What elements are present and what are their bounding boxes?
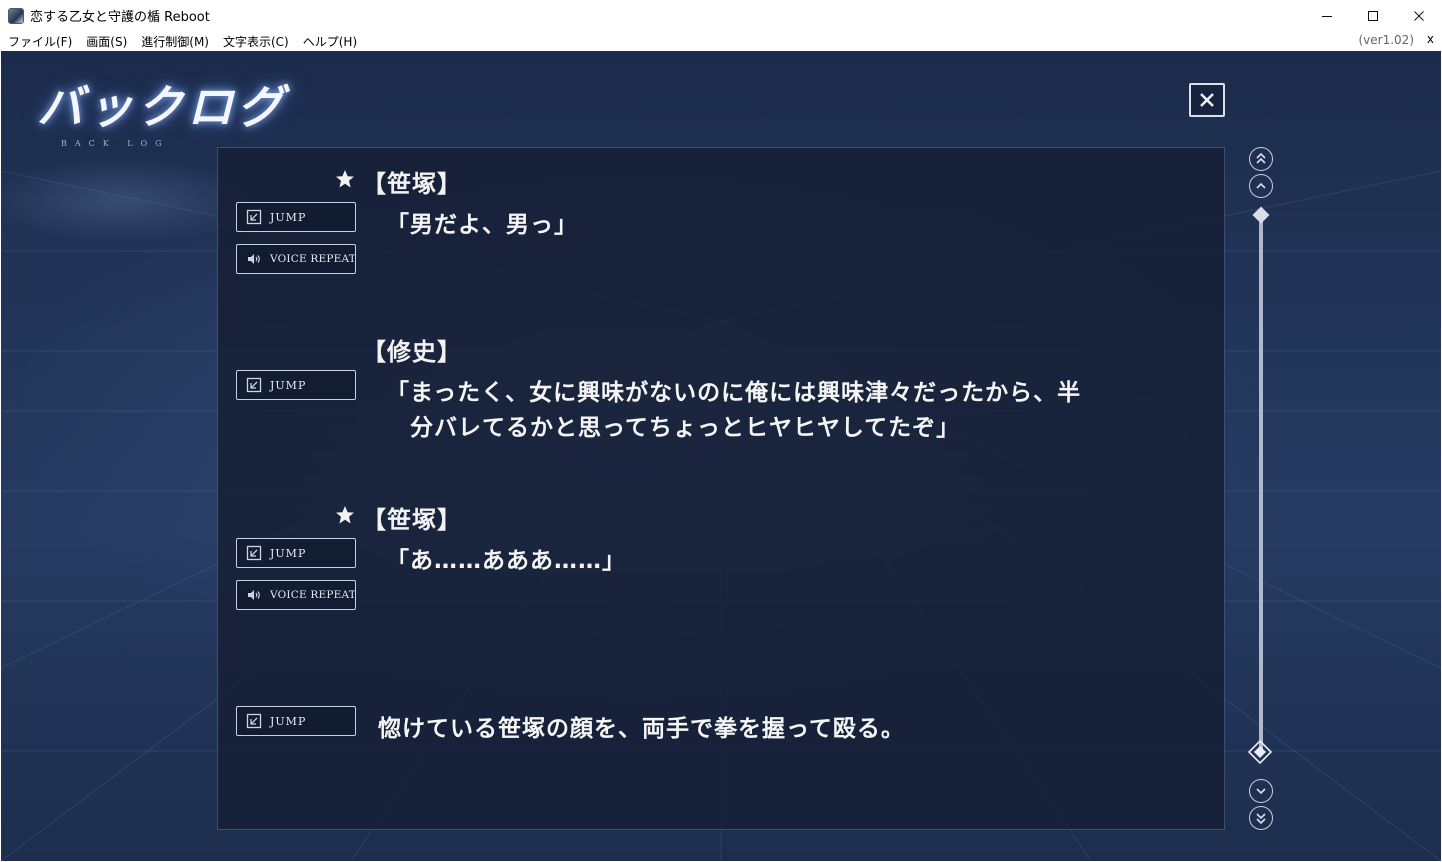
jump-button-label: JUMP xyxy=(270,714,307,728)
menu-file[interactable]: ファイル(F) xyxy=(0,33,79,50)
scrollbar-thumb[interactable] xyxy=(1248,740,1272,764)
chevron-up-icon xyxy=(1256,182,1266,189)
jump-button-label: JUMP xyxy=(270,378,307,392)
double-chevron-up-icon xyxy=(1256,152,1266,164)
chevron-down-icon xyxy=(1256,788,1266,795)
minimize-icon xyxy=(1322,15,1332,17)
voice-repeat-label: VOICE REPEAT xyxy=(270,589,356,601)
maximize-icon xyxy=(1368,10,1378,21)
speaker-name: 【笹塚】 xyxy=(362,170,462,198)
close-backlog-button[interactable] xyxy=(1189,83,1225,117)
close-window-button[interactable] xyxy=(1396,0,1442,31)
dialogue-line: 「まったく、女に興味がないのに俺には興味津々だったから、半 xyxy=(386,380,1082,406)
scroll-to-top-button[interactable] xyxy=(1249,147,1273,171)
voice-repeat-label: VOICE REPEAT xyxy=(270,253,356,265)
menu-help[interactable]: ヘルプ(H) xyxy=(296,33,364,50)
menu-progress-control[interactable]: 進行制御(M) xyxy=(134,33,216,50)
jump-icon xyxy=(246,545,262,561)
jump-button[interactable]: JUMP xyxy=(236,538,356,568)
dialogue-line: 「男だよ、男っ」 xyxy=(386,212,578,238)
scrollbar-track[interactable] xyxy=(1259,215,1263,755)
maximize-button[interactable] xyxy=(1350,0,1396,31)
jump-button-label: JUMP xyxy=(270,210,307,224)
close-icon xyxy=(1200,93,1214,107)
menu-bar: ファイル(F) 画面(S) 進行制御(M) 文字表示(C) ヘルプ(H) (ve… xyxy=(0,31,1442,51)
game-screen: バックログ BACK LOG 【笹塚】 JUMP VOICE REPEAT 「男… xyxy=(1,51,1441,861)
jump-icon xyxy=(246,377,262,393)
close-icon xyxy=(1414,10,1424,21)
backlog-subtitle: BACK LOG xyxy=(61,139,170,148)
jump-button[interactable]: JUMP xyxy=(236,202,356,232)
speaker-name: 【笹塚】 xyxy=(362,506,462,534)
speaker-icon xyxy=(248,254,260,264)
window-controls xyxy=(1304,0,1442,31)
menu-close-button[interactable]: x xyxy=(1427,32,1434,46)
scroll-to-bottom-button[interactable] xyxy=(1249,806,1273,830)
narration-line: 惚けている笹塚の顔を、両手で拳を握って殴る。 xyxy=(378,716,905,742)
scroll-up-button[interactable] xyxy=(1249,174,1273,198)
jump-button[interactable]: JUMP xyxy=(236,370,356,400)
dialogue-line: 分バレてるかと思ってちょっとヒヤヒヤしてたぞ」 xyxy=(386,415,961,441)
jump-button-label: JUMP xyxy=(270,546,307,560)
menu-screen[interactable]: 画面(S) xyxy=(79,33,134,50)
menu-text-display[interactable]: 文字表示(C) xyxy=(216,33,296,50)
voice-repeat-button[interactable]: VOICE REPEAT xyxy=(236,580,356,610)
speaker-name: 【修史】 xyxy=(362,338,462,366)
version-label: (ver1.02) xyxy=(1358,33,1415,47)
backlog-title-logo: バックログ xyxy=(37,80,287,134)
app-icon xyxy=(8,7,24,24)
title-bar: 恋する乙女と守護の楯 Reboot xyxy=(0,0,1442,31)
jump-button[interactable]: JUMP xyxy=(236,706,356,736)
star-icon xyxy=(336,506,354,524)
jump-icon xyxy=(246,209,262,225)
jump-icon xyxy=(246,713,262,729)
minimize-button[interactable] xyxy=(1304,0,1350,31)
voice-repeat-button[interactable]: VOICE REPEAT xyxy=(236,244,356,274)
speaker-icon xyxy=(248,590,260,600)
backlog-panel: 【笹塚】 JUMP VOICE REPEAT 「男だよ、男っ」 【修史】 JUM… xyxy=(217,147,1225,830)
dialogue-line: 「あ……あああ……」 xyxy=(386,548,626,574)
window-title: 恋する乙女と守護の楯 Reboot xyxy=(30,10,210,25)
scroll-down-button[interactable] xyxy=(1249,779,1273,803)
double-chevron-down-icon xyxy=(1256,813,1266,825)
star-icon xyxy=(336,170,354,188)
